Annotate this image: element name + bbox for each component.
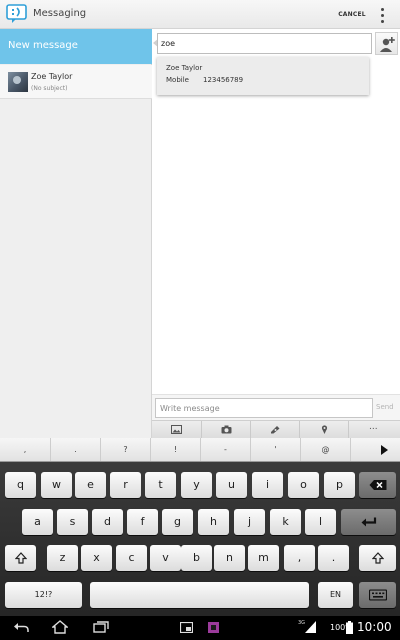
add-contact-icon <box>380 37 395 52</box>
key-t[interactable]: t <box>145 472 176 498</box>
key-o[interactable]: o <box>288 472 319 498</box>
back-icon[interactable] <box>13 620 29 634</box>
messaging-app-icon <box>6 4 28 24</box>
recipient-input[interactable] <box>157 33 372 54</box>
key-k[interactable]: k <box>270 509 301 535</box>
contact-suggestion[interactable]: Zoe Taylor Mobile 123456789 <box>157 57 369 95</box>
key-g[interactable]: g <box>162 509 193 535</box>
space-bar[interactable] <box>90 582 309 608</box>
cancel-button[interactable]: CANCEL <box>336 6 368 23</box>
key-m[interactable]: m <box>248 545 279 571</box>
home-icon[interactable] <box>52 620 68 634</box>
backspace-key[interactable] <box>359 472 396 498</box>
suggestion-key-exclamation[interactable]: ! <box>150 438 200 461</box>
conversation-list: New message Zoe Taylor (No subject) <box>0 29 152 438</box>
shift-icon <box>371 552 384 564</box>
location-pin-icon <box>321 425 328 434</box>
attach-drawing-button[interactable] <box>250 421 299 439</box>
app-title: Messaging <box>33 8 87 19</box>
key-j[interactable]: j <box>234 509 265 535</box>
backspace-icon <box>369 480 386 490</box>
suggestion-key-comma[interactable]: , <box>0 438 50 461</box>
clock: 10:00 <box>357 620 392 634</box>
key-c[interactable]: c <box>116 545 147 571</box>
suggestion-name: Zoe Taylor <box>166 64 203 72</box>
key-h[interactable]: h <box>198 509 229 535</box>
shift-key-right[interactable] <box>359 545 396 571</box>
key-x[interactable]: x <box>81 545 112 571</box>
key-e[interactable]: e <box>75 472 106 498</box>
system-bar: 3G 100% 10:00 <box>0 616 400 640</box>
recent-apps-icon[interactable] <box>93 620 109 634</box>
suggestion-number: 123456789 <box>203 76 244 84</box>
on-screen-keyboard: , . ? ! - ' @ q w e r t y u i o p a s d … <box>0 438 400 616</box>
key-d[interactable]: d <box>92 509 123 535</box>
conversation-item[interactable]: Zoe Taylor (No subject) <box>0 65 152 99</box>
suggestion-key-question[interactable]: ? <box>100 438 150 461</box>
play-arrow-icon <box>381 445 388 455</box>
more-options-label: ... <box>369 422 378 432</box>
key-y[interactable]: y <box>181 472 212 498</box>
key-a[interactable]: a <box>22 509 53 535</box>
key-i[interactable]: i <box>252 472 283 498</box>
contact-avatar <box>8 72 28 92</box>
keyboard-settings-key[interactable] <box>359 582 396 608</box>
suggestion-key-hyphen[interactable]: - <box>200 438 250 461</box>
add-contact-button[interactable] <box>375 32 398 55</box>
attach-location-button[interactable] <box>299 421 348 439</box>
send-button[interactable]: Send <box>376 403 394 411</box>
key-n[interactable]: n <box>214 545 245 571</box>
small-app-icon[interactable] <box>180 622 193 633</box>
key-q[interactable]: q <box>5 472 36 498</box>
suggestion-expand-button[interactable] <box>350 438 400 461</box>
sketch-icon <box>271 426 280 434</box>
enter-key[interactable] <box>341 509 396 535</box>
key-w[interactable]: w <box>41 472 72 498</box>
keyboard-suggestion-bar: , . ? ! - ' @ <box>0 438 400 462</box>
key-v[interactable]: v <box>150 545 181 571</box>
signal-icon <box>305 621 316 633</box>
attachment-bar: ... <box>152 420 400 439</box>
conversation-subject: (No subject) <box>31 85 68 92</box>
message-input[interactable] <box>155 398 373 418</box>
key-u[interactable]: u <box>216 472 247 498</box>
compose-bar: Send <box>152 394 400 420</box>
keyboard-icon <box>368 589 387 601</box>
suggestion-number-type: Mobile <box>166 76 189 84</box>
picture-icon <box>171 425 182 434</box>
key-period[interactable]: . <box>318 545 349 571</box>
action-bar: Messaging CANCEL <box>0 0 400 29</box>
attach-camera-button[interactable] <box>201 421 250 439</box>
notification-app-icon[interactable] <box>208 622 219 633</box>
language-key[interactable]: EN <box>318 582 353 608</box>
key-z[interactable]: z <box>47 545 78 571</box>
overflow-menu-icon[interactable] <box>374 6 392 24</box>
key-p[interactable]: p <box>324 472 355 498</box>
compose-pane: Zoe Taylor Mobile 123456789 Send <box>152 29 400 439</box>
battery-icon <box>346 621 353 634</box>
new-message-label: New message <box>8 40 78 51</box>
conversation-name: Zoe Taylor <box>31 72 73 81</box>
key-b[interactable]: b <box>181 545 212 571</box>
shift-icon <box>14 552 27 564</box>
suggestion-key-period[interactable]: . <box>50 438 100 461</box>
symbols-key[interactable]: 12!? <box>5 582 82 608</box>
shift-key-left[interactable] <box>5 545 36 571</box>
key-s[interactable]: s <box>57 509 88 535</box>
camera-icon <box>221 425 232 434</box>
recipient-row <box>152 29 400 57</box>
key-comma[interactable]: , <box>284 545 315 571</box>
enter-icon <box>361 517 376 527</box>
key-f[interactable]: f <box>127 509 158 535</box>
attach-picture-button[interactable] <box>152 421 201 439</box>
suggestion-key-at[interactable]: @ <box>300 438 350 461</box>
attach-more-button[interactable]: ... <box>348 421 400 439</box>
key-l[interactable]: l <box>305 509 336 535</box>
new-message-item[interactable]: New message <box>0 29 152 64</box>
suggestion-key-apostrophe[interactable]: ' <box>250 438 300 461</box>
network-type: 3G <box>298 620 306 626</box>
key-r[interactable]: r <box>110 472 141 498</box>
